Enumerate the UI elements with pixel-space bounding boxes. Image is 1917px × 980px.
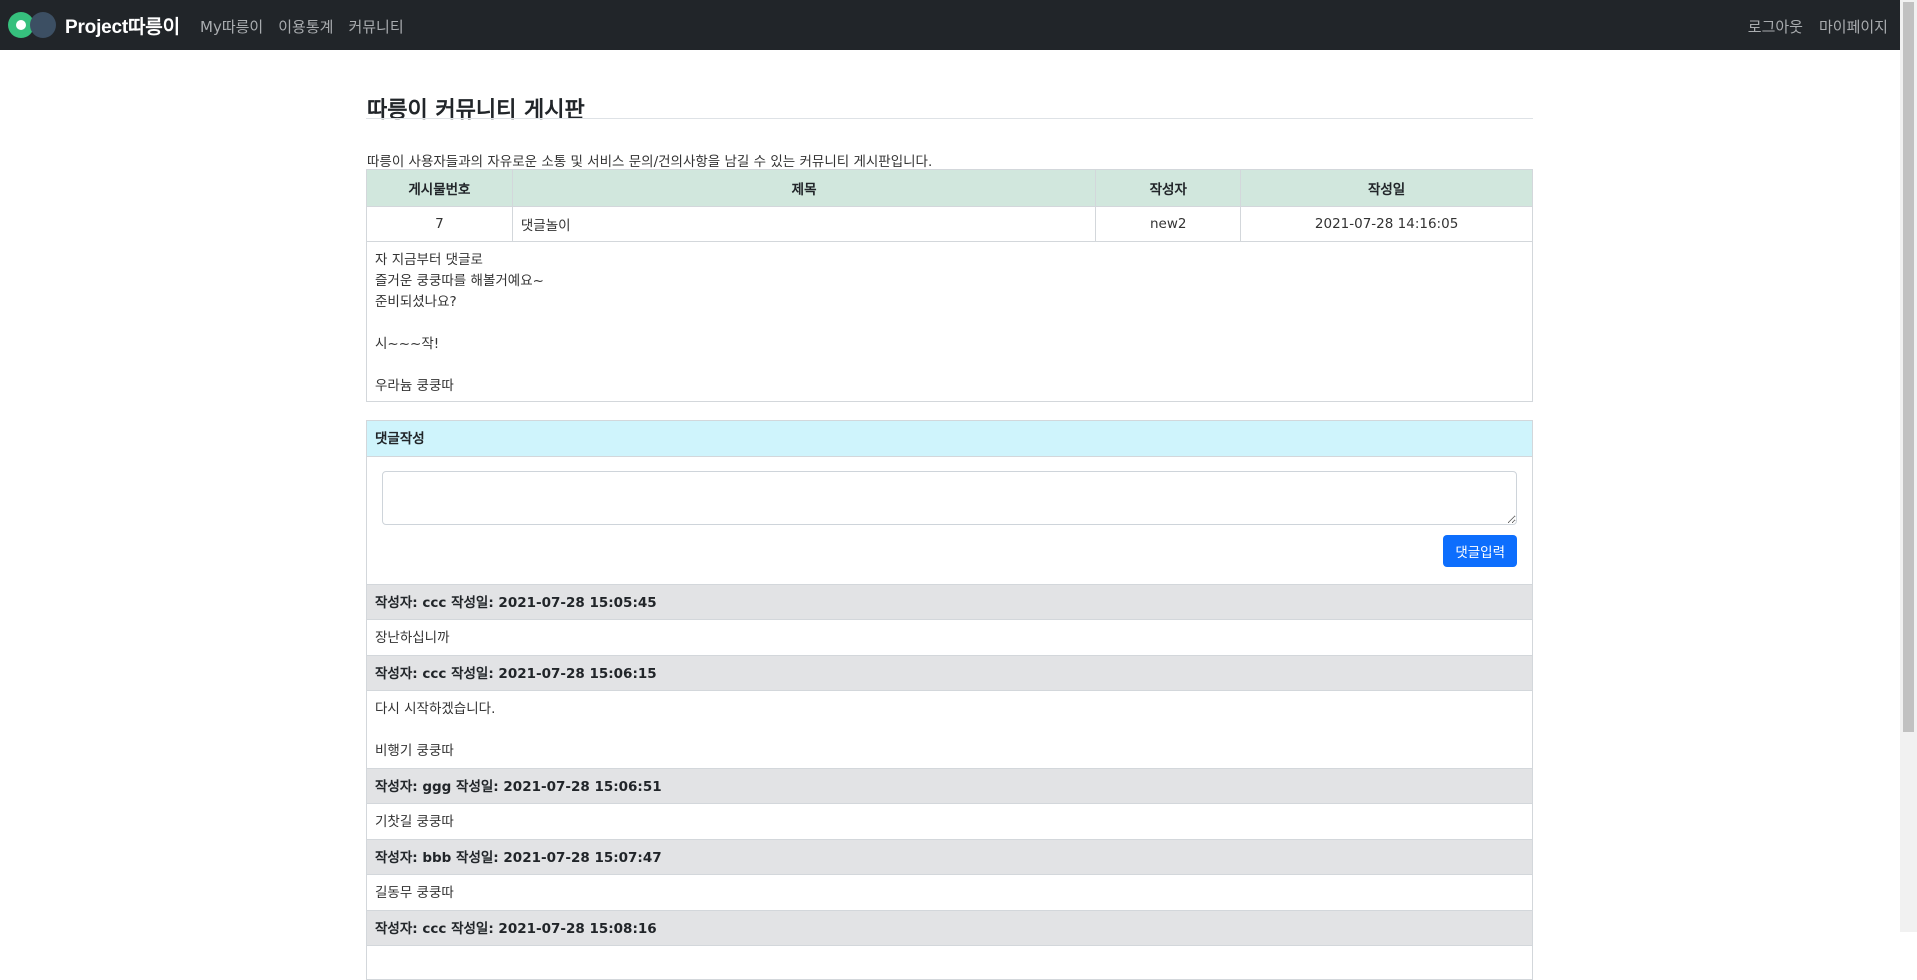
logo-icon <box>8 12 56 38</box>
post-date: 2021-07-28 14:16:05 <box>1240 206 1533 242</box>
comment-line <box>375 720 1524 741</box>
post-body-line <box>375 313 1524 334</box>
comment-header: 작성자: bbb 작성일: 2021-07-28 15:07:47 <box>367 839 1532 875</box>
comment-body: 다시 시작하겠습니다. 비행기 쿵쿵따 <box>367 691 1532 768</box>
post-title: 댓글놀이 <box>511 206 1097 242</box>
nav-link-mypage[interactable]: 마이페이지 <box>1819 16 1888 37</box>
post-body-line: 우라늄 쿵쿵따 <box>375 378 454 394</box>
comment-body: 길동무 쿵쿵따 <box>367 875 1532 910</box>
post-body-line: 준비되셨나요? <box>375 294 457 310</box>
nav-right-links: 로그아웃 마이페이지 <box>1732 16 1888 37</box>
header-title: 제목 <box>511 169 1097 207</box>
comment-list: 작성자: ccc 작성일: 2021-07-28 15:05:45 장난하십니까작… <box>367 584 1532 946</box>
brand-name: Project따릉이 <box>65 16 180 38</box>
nav-link-my-ddareungi[interactable]: My따릉이 <box>200 16 263 37</box>
nav-left-links: My따릉이 이용통계 커뮤니티 <box>200 16 419 37</box>
nav-link-community[interactable]: 커뮤니티 <box>348 16 403 37</box>
post-body-line: 즐거운 쿵쿵따를 해볼거예요~ <box>375 273 544 289</box>
comment-submit-button[interactable]: 댓글입력 <box>1443 535 1517 567</box>
post-table: 게시물번호 제목 작성자 작성일 7 댓글놀이 new2 2021-07-28 … <box>366 169 1533 402</box>
post-number: 7 <box>366 206 513 242</box>
top-navbar: Project따릉이 My따릉이 이용통계 커뮤니티 로그아웃 마이페이지 <box>0 0 1900 50</box>
post-body: 자 지금부터 댓글로 즐거운 쿵쿵따를 해볼거예요~ 준비되셨나요? 시~~~작… <box>366 241 1533 402</box>
brand[interactable]: Project따릉이 <box>8 12 180 38</box>
comment-line: 장난하십니까 <box>375 630 450 646</box>
comment-line: 다시 시작하겠습니다. <box>375 701 496 717</box>
page-title: 따릉이 커뮤니티 게시판 <box>367 98 585 123</box>
header-date: 작성일 <box>1240 169 1533 207</box>
comment-body: 장난하십니까 <box>367 620 1532 655</box>
comment-header: 작성자: ccc 작성일: 2021-07-28 15:05:45 <box>367 584 1532 620</box>
header-post-number: 게시물번호 <box>366 169 513 207</box>
comment-body: 기찻길 쿵쿵따 <box>367 804 1532 839</box>
header-author: 작성자 <box>1095 169 1242 207</box>
comment-form-header: 댓글작성 <box>367 421 1532 457</box>
comment-header: 작성자: ccc 작성일: 2021-07-28 15:08:16 <box>367 910 1532 946</box>
page-scrollbar[interactable] <box>1900 0 1917 932</box>
comment-header: 작성자: ggg 작성일: 2021-07-28 15:06:51 <box>367 768 1532 804</box>
post-author: new2 <box>1095 206 1242 242</box>
page-description: 따릉이 사용자들과의 자유로운 소통 및 서비스 문의/건의사항을 남길 수 있… <box>367 153 933 170</box>
post-body-line <box>375 355 1524 376</box>
post-body-line: 시~~~작! <box>375 336 440 352</box>
post-row: 7 댓글놀이 new2 2021-07-28 14:16:05 <box>366 206 1533 242</box>
comment-textarea[interactable] <box>382 471 1517 525</box>
comment-form: 댓글입력 <box>367 457 1532 584</box>
scrollbar-thumb[interactable] <box>1903 2 1914 732</box>
comment-line: 비행기 쿵쿵따 <box>375 743 454 759</box>
post-table-header-row: 게시물번호 제목 작성자 작성일 <box>366 169 1533 207</box>
title-divider <box>366 118 1533 119</box>
nav-link-statistics[interactable]: 이용통계 <box>278 16 333 37</box>
comment-header: 작성자: ccc 작성일: 2021-07-28 15:06:15 <box>367 655 1532 691</box>
comment-section: 댓글작성 댓글입력 작성자: ccc 작성일: 2021-07-28 15:05… <box>366 420 1533 980</box>
comment-line: 기찻길 쿵쿵따 <box>375 814 454 830</box>
comment-line: 길동무 쿵쿵따 <box>375 885 454 901</box>
post-body-row: 자 지금부터 댓글로 즐거운 쿵쿵따를 해볼거예요~ 준비되셨나요? 시~~~작… <box>366 241 1533 402</box>
post-body-line: 자 지금부터 댓글로 <box>375 252 483 268</box>
nav-link-logout[interactable]: 로그아웃 <box>1748 16 1803 37</box>
